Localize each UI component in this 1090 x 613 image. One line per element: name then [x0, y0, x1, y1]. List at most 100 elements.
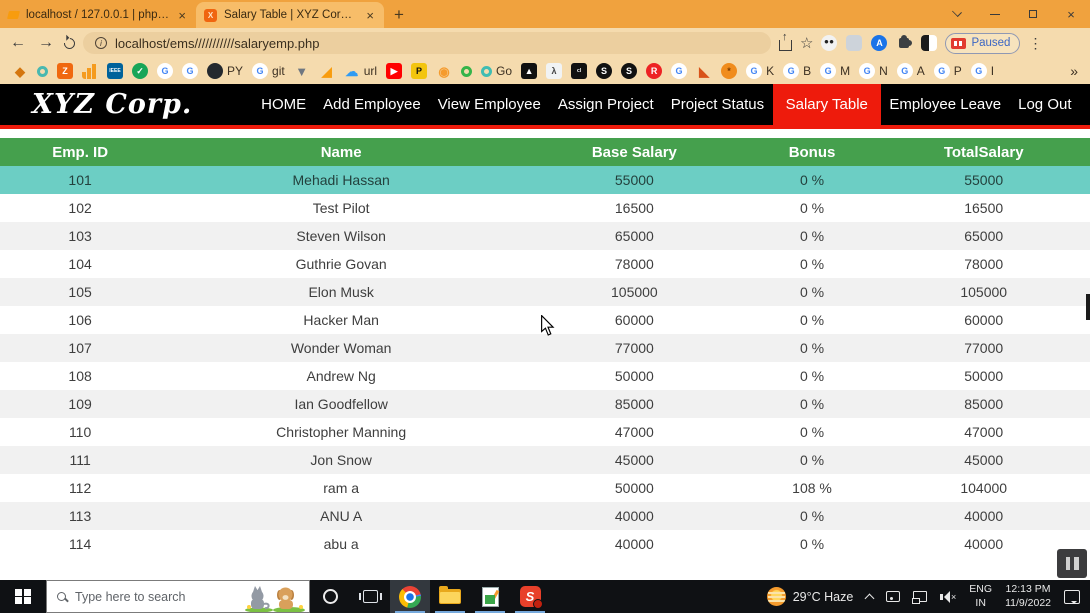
s-circle-2-bookmark[interactable]: S [621, 63, 637, 79]
table-row[interactable]: 113ANU A400000 %40000 [0, 502, 1090, 530]
table-row[interactable]: 111Jon Snow450000 %45000 [0, 446, 1090, 474]
browser-tab-salary-table[interactable]: X Salary Table | XYZ Corporation × [196, 2, 384, 28]
tab-close-icon[interactable]: × [176, 8, 188, 23]
s-circle-bookmark[interactable]: S [596, 63, 612, 79]
yellow-p-bookmark[interactable]: P [411, 63, 427, 79]
table-row[interactable]: 110Christopher Manning470000 %47000 [0, 418, 1090, 446]
table-row[interactable]: 104Guthrie Govan780000 %78000 [0, 250, 1090, 278]
table-row[interactable]: 109Ian Goodfellow850000 %85000 [0, 390, 1090, 418]
google-k-bookmark[interactable]: GK [746, 63, 774, 79]
action-center-icon[interactable] [1064, 590, 1080, 604]
table-row[interactable]: 102Test Pilot165000 %16500 [0, 194, 1090, 222]
share-button[interactable] [779, 36, 792, 51]
volume-muted-icon[interactable]: × [940, 591, 956, 603]
github-bookmark[interactable]: PY [207, 63, 243, 79]
network-icon[interactable] [913, 591, 927, 602]
nav-item-home[interactable]: HOME [253, 84, 315, 125]
bw-split-extension-icon[interactable] [921, 35, 937, 51]
table-row[interactable]: 105Elon Musk1050000 %105000 [0, 278, 1090, 306]
orange-diamond-bookmark[interactable]: ◆ [12, 63, 28, 79]
phpmyadmin-bookmark[interactable]: ◢ [319, 63, 335, 79]
cortana-button[interactable] [310, 580, 350, 613]
google-i-bookmark[interactable]: GI [971, 63, 994, 79]
browser-menu-button[interactable]: ⋮ [1028, 35, 1042, 52]
browser-tab-phpmyadmin[interactable]: localhost / 127.0.0.1 | phpMyAdm × [0, 2, 196, 28]
matlab-bookmark[interactable]: ◣ [696, 63, 712, 79]
language-indicator[interactable]: ENG IN [969, 583, 992, 609]
table-row[interactable]: 108Andrew Ng500000 %50000 [0, 362, 1090, 390]
url-text[interactable]: localhost/ems///////////salaryemp.php [115, 36, 319, 51]
nav-item-project-status[interactable]: Project Status [662, 84, 772, 125]
file-explorer-button[interactable] [430, 580, 470, 613]
task-view-button[interactable] [350, 580, 390, 613]
weather-widget[interactable]: 29°C Haze [767, 587, 854, 606]
taskbar-search-input[interactable]: Type here to search [46, 580, 310, 613]
go-ring-bookmark[interactable]: Go [481, 64, 512, 78]
display-cast-icon[interactable] [886, 591, 900, 602]
google-n-bookmark[interactable]: GN [859, 63, 888, 79]
extensions-puzzle-icon[interactable] [899, 38, 909, 48]
tab-search-button[interactable] [938, 0, 976, 28]
green-ring-bookmark[interactable] [461, 66, 472, 77]
flower-bookmark[interactable]: * [721, 63, 737, 79]
nav-item-salary-table[interactable]: Salary Table [773, 84, 881, 125]
google-a-bookmark[interactable]: GA [897, 63, 925, 79]
person-bookmark[interactable]: λ [546, 63, 562, 79]
nav-item-log-out[interactable]: Log Out [1010, 84, 1080, 125]
ieee-bookmark[interactable]: IEEE [107, 63, 123, 79]
table-row[interactable]: 101Mehadi Hassan550000 %55000 [0, 166, 1090, 194]
restore-button[interactable] [1014, 0, 1052, 28]
screen-recorder-button[interactable]: S [510, 580, 550, 613]
tab-close-icon[interactable]: × [364, 8, 376, 23]
bookmark-star-button[interactable]: ☆ [800, 34, 813, 52]
tray-expand-icon[interactable] [865, 593, 875, 603]
panda-extension-icon[interactable] [821, 35, 837, 51]
google-3-bookmark[interactable]: G [671, 63, 687, 79]
table-row[interactable]: 103Steven Wilson650000 %65000 [0, 222, 1090, 250]
nav-item-assign-project[interactable]: Assign Project [549, 84, 662, 125]
red-r-bookmark[interactable]: R [646, 63, 662, 79]
analytics-bars-bookmark[interactable] [82, 63, 98, 79]
google-m-bookmark[interactable]: GM [820, 63, 850, 79]
google-bookmark[interactable]: G [157, 63, 173, 79]
back-button[interactable]: ← [8, 34, 28, 52]
google-p-bookmark[interactable]: GP [934, 63, 962, 79]
scrollbar-thumb[interactable] [1086, 294, 1090, 320]
table-cell: 114 [0, 530, 160, 558]
orange-z-bookmark[interactable]: Z [57, 63, 73, 79]
site-logo[interactable]: XYZ Corp. [32, 89, 192, 120]
close-button[interactable]: × [1052, 0, 1090, 28]
profile-paused-button[interactable]: Paused [945, 33, 1020, 54]
table-row[interactable]: 107Wonder Woman770000 %77000 [0, 334, 1090, 362]
bookmarks-overflow-icon[interactable]: » [1070, 63, 1078, 79]
gray-download-bookmark[interactable]: ▼ [294, 63, 310, 79]
nav-item-add-employee[interactable]: Add Employee [315, 84, 430, 125]
camera-bookmark[interactable]: ◉ [436, 63, 452, 79]
green-circle-bookmark[interactable]: ✓ [132, 63, 148, 79]
nav-item-employee-leave[interactable]: Employee Leave [881, 84, 1010, 125]
table-row[interactable]: 112ram a50000108 %104000 [0, 474, 1090, 502]
cloud-url-bookmark[interactable]: ☁url [344, 63, 377, 79]
forward-button[interactable]: → [36, 34, 56, 52]
nav-item-view-employee[interactable]: View Employee [429, 84, 549, 125]
chrome-taskbar-button[interactable] [390, 580, 430, 613]
blue-a-extension-icon[interactable]: A [871, 35, 887, 51]
recorder-pause-button[interactable] [1057, 549, 1087, 578]
cl-bookmark[interactable]: cl [571, 63, 587, 79]
writer-app-button[interactable] [470, 580, 510, 613]
clock[interactable]: 12:13 PM 11/9/2022 [1005, 583, 1051, 609]
start-button[interactable] [0, 580, 46, 613]
google-git-bookmark[interactable]: Ggit [252, 63, 285, 79]
table-row[interactable]: 114abu a400000 %40000 [0, 530, 1090, 558]
site-info-icon[interactable]: i [95, 37, 107, 49]
teal-ring-bookmark[interactable] [37, 66, 48, 77]
youtube-bookmark[interactable]: ▶ [386, 63, 402, 79]
address-bar[interactable]: i localhost/ems///////////salaryemp.php [83, 32, 771, 54]
hand-extension-icon[interactable] [846, 35, 862, 51]
new-tab-button[interactable]: + [394, 5, 404, 25]
minimize-button[interactable] [976, 0, 1014, 28]
google-2-bookmark[interactable]: G [182, 63, 198, 79]
google-b-bookmark[interactable]: GB [783, 63, 811, 79]
bird-bookmark[interactable]: ▲ [521, 63, 537, 79]
reload-button[interactable] [64, 38, 75, 49]
